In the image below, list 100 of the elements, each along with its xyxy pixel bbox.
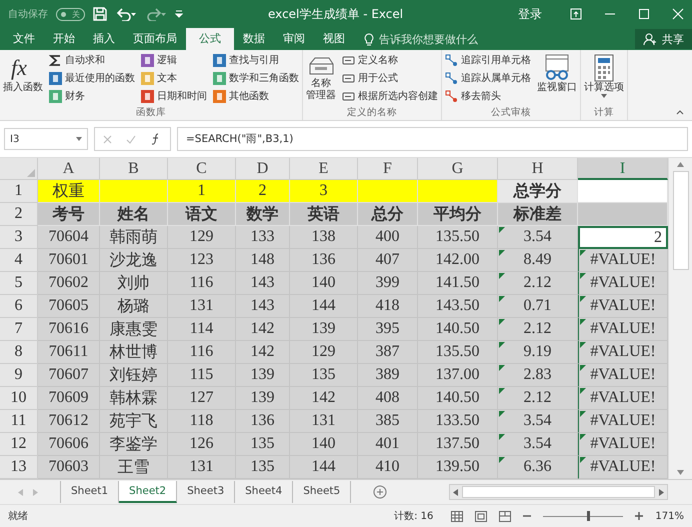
column-header[interactable]: B [100,158,168,180]
ribbon-large-button[interactable]: fx 插入函数 [3,52,43,106]
row-header[interactable]: 12 [0,433,38,456]
ribbon-tab[interactable]: 公式 [186,28,234,50]
table-cell: 2.12 [498,272,578,295]
ribbon-item[interactable]: 逻辑 [141,52,207,68]
row-header[interactable]: 4 [0,249,38,272]
active-cell[interactable]: 2 [578,226,668,249]
ribbon-large-button[interactable]: 计算选项 [584,52,624,106]
redo-icon[interactable] [145,7,167,21]
ribbon-item[interactable]: 其他函数 [213,88,299,104]
ribbon-tab[interactable]: 开始 [44,28,84,50]
undo-icon[interactable] [115,7,137,21]
ribbon-item[interactable]: 日期和时间 [141,88,207,104]
scroll-up-icon[interactable] [677,162,684,167]
sheet-tab[interactable]: Sheet5 [293,481,352,503]
sheet-tab[interactable]: Sheet4 [235,481,294,503]
customize-icon[interactable] [175,9,183,19]
ribbon-item[interactable]: 最近使用的函数 [49,70,135,86]
normal-view-icon[interactable] [451,510,464,522]
table-cell: 385 [358,410,418,433]
row-header[interactable]: 11 [0,410,38,433]
ribbon-display-icon[interactable] [570,8,582,20]
ribbon-tab[interactable]: 审阅 [274,28,314,50]
ribbon-item[interactable]: 用于公式 [342,70,438,86]
zoom-level[interactable]: 171% [655,510,684,522]
ribbon-item[interactable]: 查找与引用 [213,52,299,68]
column-header[interactable]: A [38,158,100,180]
row-header[interactable]: 7 [0,318,38,341]
table-cell: 3.54 [498,226,578,249]
maximize-icon[interactable] [638,8,650,20]
sheet-tab[interactable]: Sheet2 [119,481,178,503]
table-cell: 137.50 [418,433,498,456]
scroll-thumb[interactable] [672,171,688,270]
scroll-left-icon[interactable] [453,488,458,496]
formula-field[interactable]: =SEARCH("雨",B3,1) [177,127,688,151]
ribbon-tab[interactable]: 页面布局 [124,28,186,50]
table-cell: 418 [358,295,418,318]
ribbon-item[interactable]: 定义名称 [342,52,438,68]
scroll-thumb[interactable] [462,486,655,498]
table-cell: 118 [168,410,236,433]
ribbon-item[interactable]: 根据所选内容创建 [342,88,438,104]
table-cell: 144 [290,295,358,318]
ribbon-item[interactable]: 移去箭头 [445,88,531,104]
page-break-icon[interactable] [499,510,512,522]
row-header[interactable]: 10 [0,387,38,410]
row-header[interactable]: 1 [0,180,38,203]
ribbon-item[interactable]: 文本 [141,70,207,86]
zoom-in-icon[interactable] [635,512,644,520]
table-cell: 6.36 [498,456,578,479]
ribbon-tab[interactable]: 插入 [84,28,124,50]
tell-me-field[interactable]: 告诉我你想要做什么 [364,28,478,50]
sheet-tab[interactable]: Sheet3 [177,481,236,503]
table-cell: 70605 [38,295,100,318]
ribbon-item[interactable]: 自动求和 [49,52,135,68]
add-sheet-icon[interactable] [373,485,388,499]
scroll-down-icon[interactable] [677,470,684,475]
ribbon-item[interactable]: 追踪从属单元格 [445,70,531,86]
table-cell: 136 [290,249,358,272]
ribbon-tab[interactable]: 文件 [4,28,44,50]
share-button[interactable]: 共享 [635,29,692,49]
ribbon-large-button[interactable]: 名称 管理器 [306,52,336,106]
ribbon-large-button[interactable]: 监视窗口 [537,52,577,106]
table-cell: 2.83 [498,364,578,387]
ribbon-group-label: 计算 [593,106,615,120]
row-header[interactable]: 2 [0,203,38,226]
name-box[interactable]: I3 [4,128,88,150]
save-icon[interactable] [93,7,107,21]
column-header[interactable]: D [236,158,290,180]
table-cell: 沙龙逸 [100,249,168,272]
column-header[interactable]: E [290,158,358,180]
close-icon[interactable] [672,8,684,20]
ribbon-item[interactable]: 数学和三角函数 [213,70,299,86]
table-cell: 135.50 [418,226,498,249]
table-cell: 401 [358,433,418,456]
table-cell: 9.19 [498,341,578,364]
column-header[interactable]: G [418,158,498,180]
ribbon-item[interactable]: 财务 [49,88,135,104]
table-cell: 142.00 [418,249,498,272]
collapse-ribbon-icon[interactable] [676,109,684,115]
column-header[interactable]: I [578,158,668,180]
table-cell: 70601 [38,249,100,272]
row-header[interactable]: 8 [0,341,38,364]
signin-link[interactable]: 登录 [518,6,542,22]
calculator-icon [593,54,615,82]
ribbon-tab[interactable]: 视图 [314,28,354,50]
row-header[interactable]: 9 [0,364,38,387]
row-header[interactable]: 5 [0,272,38,295]
scroll-right-icon[interactable] [659,488,664,496]
page-layout-icon[interactable] [475,510,488,522]
horizontal-scrollbar[interactable] [449,484,668,500]
row-header[interactable]: 3 [0,226,38,249]
vertical-scrollbar[interactable] [668,158,692,479]
row-header[interactable]: 13 [0,456,38,479]
column-header[interactable]: C [168,158,236,180]
ribbon-item[interactable]: 追踪引用单元格 [445,52,531,68]
ribbon-tab[interactable]: 数据 [234,28,274,50]
row-header[interactable]: 6 [0,295,38,318]
column-header[interactable]: F [358,158,418,180]
column-header[interactable]: H [498,158,578,180]
